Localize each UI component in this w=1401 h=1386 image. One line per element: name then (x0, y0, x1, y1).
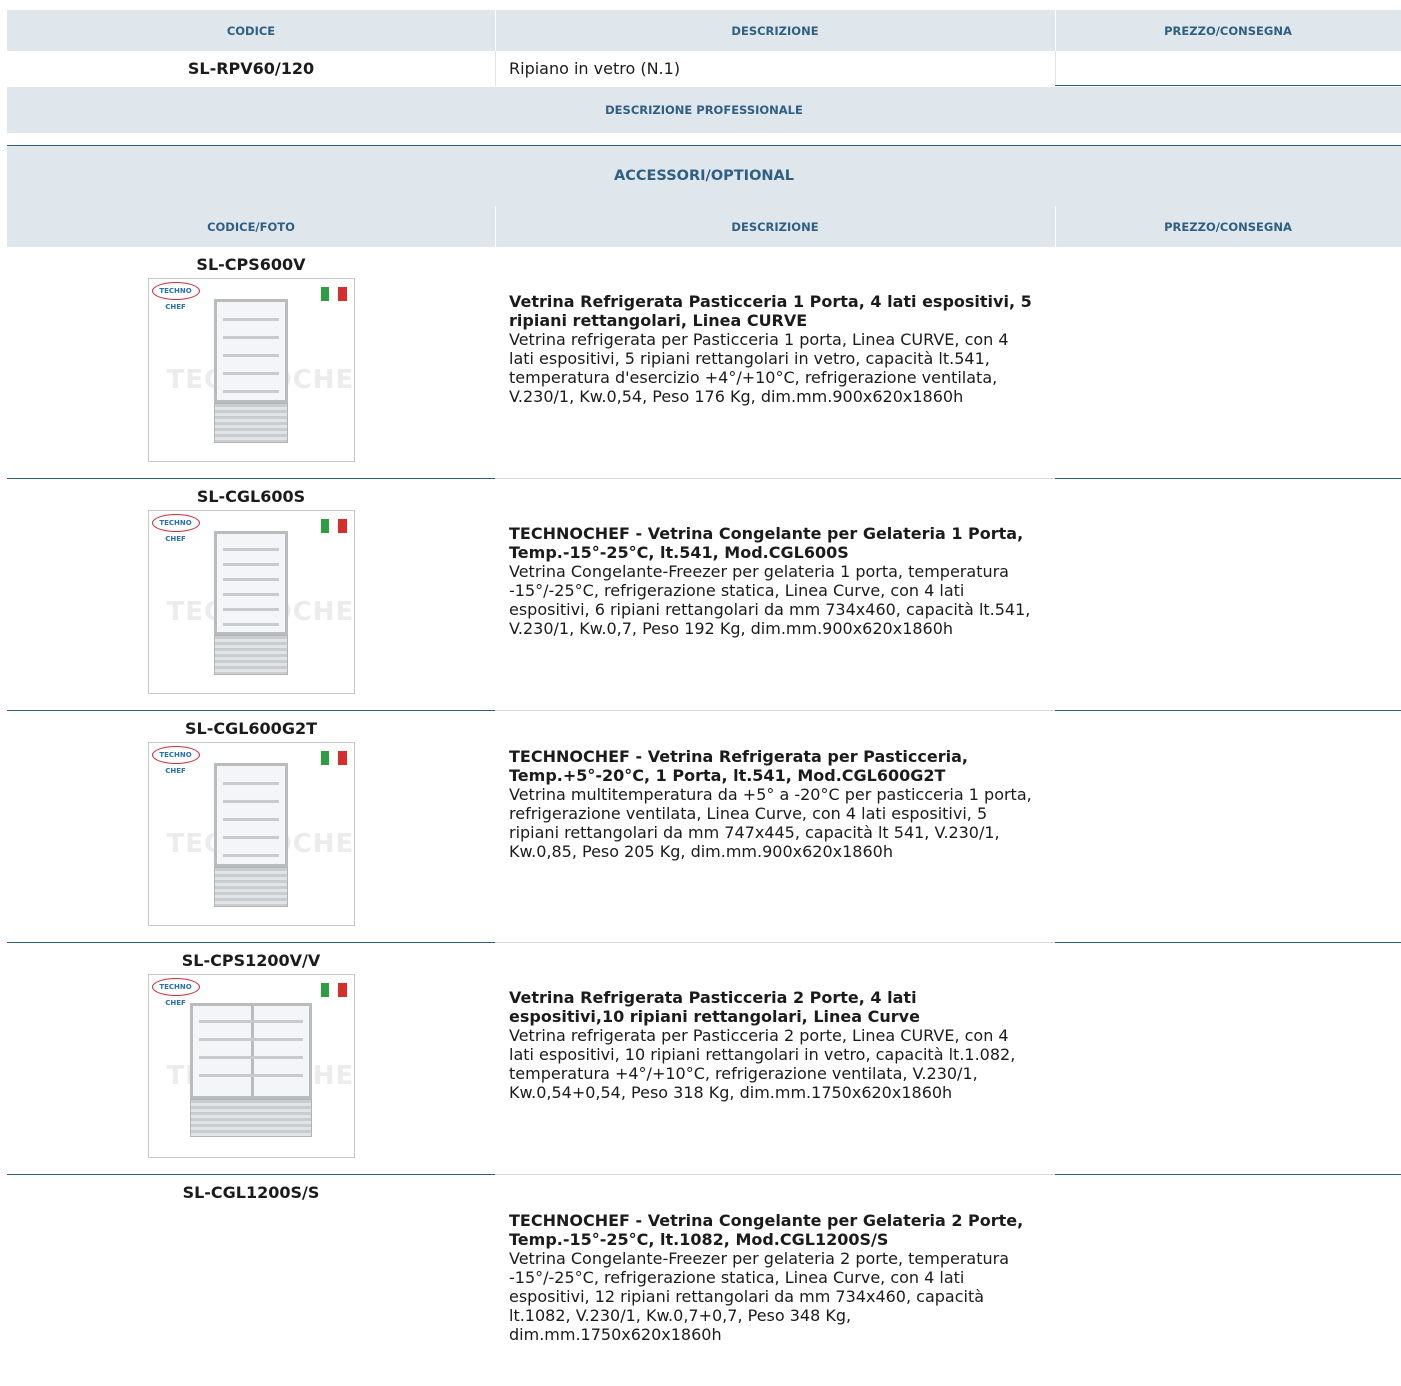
display-cabinet-illustration (190, 1003, 312, 1143)
accessory-price (1055, 479, 1401, 711)
accessory-title: Vetrina Refrigerata Pasticceria 2 Porte,… (509, 988, 920, 1026)
accessory-price (1055, 711, 1401, 943)
accessory-code[interactable]: SL-CPS600V (7, 247, 495, 274)
accessory-title: Vetrina Refrigerata Pasticceria 1 Porta,… (509, 292, 1032, 330)
accessory-row: SL-CGL1200S/S TECHNOCHEF - Vetrina Conge… (7, 1175, 1401, 1385)
technochef-logo: TECHNO CHEF (151, 978, 200, 1007)
accessory-row: SL-CPS600V TECHNO CHEF TECHNOCHEF.IT Vet… (7, 247, 1401, 479)
header-descrizione: DESCRIZIONE (731, 219, 819, 234)
header-descrizione: DESCRIZIONE (731, 23, 819, 38)
column-divider (1055, 51, 1056, 86)
product-code[interactable]: SL-RPV60/120 (7, 59, 495, 78)
display-cabinet-illustration (214, 531, 288, 681)
technochef-logo: TECHNO CHEF (151, 514, 200, 543)
italian-flag-icon (320, 519, 347, 533)
accessory-title: TECHNOCHEF - Vetrina Congelante per Gela… (509, 1211, 1024, 1249)
accessory-description: Vetrina Congelante-Freezer per gelateria… (509, 562, 1031, 638)
product-photo[interactable]: TECHNO CHEF TECHNOCHEF.IT (147, 510, 355, 694)
accessory-title: TECHNOCHEF - Vetrina Refrigerata per Pas… (509, 747, 968, 785)
accessory-title: TECHNOCHEF - Vetrina Congelante per Gela… (509, 524, 1024, 562)
accessory-price (1055, 247, 1401, 479)
row-divider (1055, 85, 1401, 86)
header-prezzo: PREZZO/CONSEGNA (1164, 219, 1292, 234)
accessory-row: SL-CGL600S TECHNO CHEF TECHNOCHEF.IT TEC… (7, 479, 1401, 711)
product-photo[interactable]: TECHNO CHEF TECHNOCHEF.IT (147, 278, 355, 462)
accessory-code[interactable]: SL-CGL600S (7, 479, 495, 506)
header-prezzo: PREZZO/CONSEGNA (1164, 23, 1292, 38)
display-cabinet-illustration (214, 763, 288, 913)
italian-flag-icon (320, 287, 347, 301)
top-table-header: CODICE DESCRIZIONE PREZZO/CONSEGNA (7, 10, 1401, 51)
accessory-description: Vetrina refrigerata per Pasticceria 1 po… (509, 330, 1009, 406)
header-codice-foto: CODICE/FOTO (207, 219, 295, 234)
accessory-code[interactable]: SL-CPS1200V/V (7, 943, 495, 970)
column-divider (495, 10, 496, 51)
italian-flag-icon (320, 751, 347, 765)
accessory-description: Vetrina Congelante-Freezer per gelateria… (509, 1249, 1010, 1344)
accessories-title: ACCESSORI/OPTIONAL (614, 168, 794, 184)
professional-description-band: DESCRIZIONE PROFESSIONALE (7, 87, 1401, 133)
product-photo[interactable]: TECHNO CHEF TECHNOCHEF.IT (147, 742, 355, 926)
column-divider (1055, 10, 1056, 51)
accessories-table-header: CODICE/FOTO DESCRIZIONE PREZZO/CONSEGNA (7, 206, 1401, 247)
accessory-description: Vetrina refrigerata per Pasticceria 2 po… (509, 1026, 1016, 1102)
column-divider (495, 206, 496, 247)
accessory-description: Vetrina multitemperatura da +5° a -20°C … (509, 785, 1032, 861)
header-codice: CODICE (226, 23, 276, 38)
accessories-title-band: ACCESSORI/OPTIONAL (7, 146, 1401, 206)
technochef-logo: TECHNO CHEF (151, 746, 200, 775)
accessory-row: SL-CPS1200V/V TECHNO CHEF TECHNOCHEF.IT … (7, 943, 1401, 1175)
accessory-price (1055, 1175, 1401, 1385)
display-cabinet-illustration (214, 299, 288, 449)
column-divider (495, 51, 496, 86)
product-description: Ripiano in vetro (N.1) (509, 59, 681, 78)
column-divider (1055, 206, 1056, 247)
product-tables: CODICE DESCRIZIONE PREZZO/CONSEGNA SL-RP… (7, 10, 1401, 1385)
accessory-code[interactable]: SL-CGL1200S/S (7, 1175, 495, 1202)
accessory-price (1055, 943, 1401, 1175)
technochef-logo: TECHNO CHEF (151, 282, 200, 311)
table-row: SL-RPV60/120 Ripiano in vetro (N.1) (7, 51, 1401, 86)
accessory-row: SL-CGL600G2T TECHNO CHEF TECHNOCHEF.IT T… (7, 711, 1401, 943)
professional-description-title[interactable]: DESCRIZIONE PROFESSIONALE (605, 103, 803, 117)
accessory-code[interactable]: SL-CGL600G2T (7, 711, 495, 738)
italian-flag-icon (320, 983, 347, 997)
product-photo[interactable]: TECHNO CHEF TECHNOCHEF.IT (147, 974, 355, 1158)
